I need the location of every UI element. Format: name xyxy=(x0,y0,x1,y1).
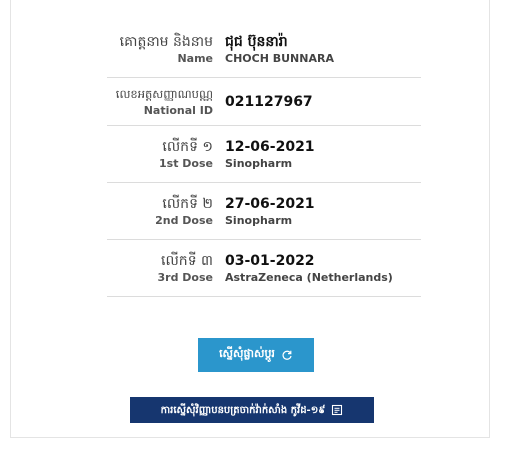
name-value-kh: ជុជ ប៊ុននារ៉ា xyxy=(225,34,288,50)
national-id-label-kh: លេខអត្តសញ្ញាណបណ្ណ xyxy=(115,87,213,101)
request-change-label: ស្នើសុំផ្លាស់ប្តូរ xyxy=(219,347,275,360)
row-national-id: លេខអត្តសញ្ញាណបណ្ណ National ID 021127967 xyxy=(107,78,421,126)
row-name: គោត្តនាម និងនាម Name ជុជ ប៊ុននារ៉ា CHOCH… xyxy=(107,22,421,78)
dose-1-date: 12-06-2021 xyxy=(225,138,315,155)
document-icon xyxy=(331,404,343,416)
name-value-en: CHOCH BUNNARA xyxy=(225,52,334,65)
dose-3-date: 03-01-2022 xyxy=(225,252,315,269)
row-dose-1: លើកទី ១ 1st Dose 12-06-2021 Sinopharm xyxy=(107,126,421,183)
national-id-label-en: National ID xyxy=(143,104,213,117)
refresh-icon xyxy=(281,349,293,361)
dose-1-label-kh: លើកទី ១ xyxy=(162,138,213,155)
vaccination-card: គោត្តនាម និងនាម Name ជុជ ប៊ុននារ៉ា CHOCH… xyxy=(10,0,490,438)
row-dose-2: លើកទី ២ 2nd Dose 27-06-2021 Sinopharm xyxy=(107,183,421,240)
row-dose-3: លើកទី ៣ 3rd Dose 03-01-2022 AstraZeneca … xyxy=(107,240,421,297)
name-label-kh: គោត្តនាម និងនាម xyxy=(119,34,213,50)
name-label-en: Name xyxy=(177,52,213,65)
dose-1-vaccine: Sinopharm xyxy=(225,156,293,170)
dose-2-date: 27-06-2021 xyxy=(225,195,315,212)
dose-2-vaccine: Sinopharm xyxy=(225,213,293,227)
certificate-request-label: ការស្នើសុំវិញ្ញាបនបត្រចាក់វ៉ាក់សាំង កូវី… xyxy=(160,404,326,416)
request-change-button[interactable]: ស្នើសុំផ្លាស់ប្តូរ xyxy=(198,338,314,372)
record-rows: គោត្តនាម និងនាម Name ជុជ ប៊ុននារ៉ា CHOCH… xyxy=(107,22,421,297)
dose-2-label-en: 2nd Dose xyxy=(155,213,213,227)
dose-3-label-en: 3rd Dose xyxy=(157,270,213,284)
dose-3-label-kh: លើកទី ៣ xyxy=(161,252,213,269)
certificate-request-button[interactable]: ការស្នើសុំវិញ្ញាបនបត្រចាក់វ៉ាក់សាំង កូវី… xyxy=(130,397,374,423)
national-id-value: 021127967 xyxy=(225,93,313,110)
dose-2-label-kh: លើកទី ២ xyxy=(162,195,213,212)
dose-3-vaccine: AstraZeneca (Netherlands) xyxy=(225,270,393,284)
dose-1-label-en: 1st Dose xyxy=(159,156,213,170)
